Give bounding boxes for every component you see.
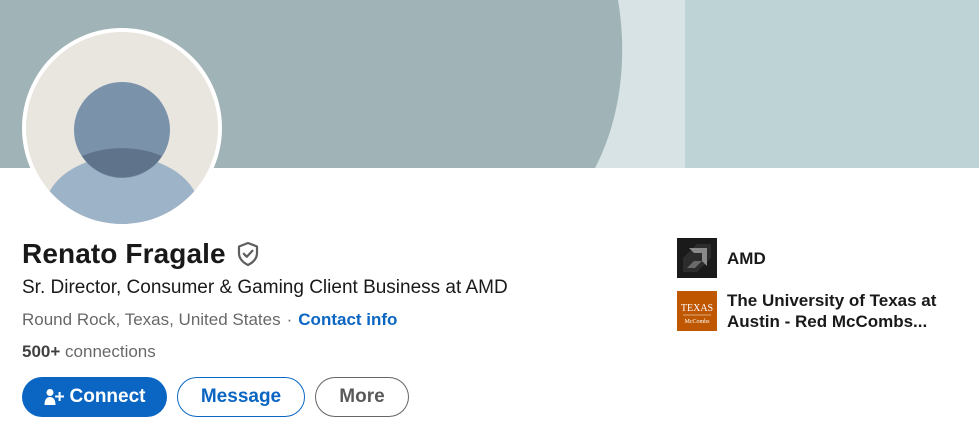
connections-number: 500+ [22, 342, 61, 361]
contact-info-link[interactable]: Contact info [298, 310, 397, 330]
add-person-icon [44, 388, 64, 406]
profile-location: Round Rock, Texas, United States [22, 310, 281, 329]
message-button[interactable]: Message [177, 377, 305, 417]
ut-texas-logo: TEXAS McCombs [677, 291, 717, 331]
shield-check-icon[interactable] [236, 241, 260, 267]
profile-actions: Connect Message More [22, 377, 409, 417]
connections-count[interactable]: 500+ connections [22, 342, 156, 362]
experience-label: The University of Texas at Austin - Red … [727, 291, 937, 331]
experience-item-ut-austin[interactable]: TEXAS McCombs The University of Texas at… [677, 290, 967, 332]
ut-logo-text-texas: TEXAS [681, 303, 713, 314]
profile-headline: Sr. Director, Consumer & Gaming Client B… [22, 277, 508, 298]
connect-button[interactable]: Connect [22, 377, 167, 417]
location-row: Round Rock, Texas, United States · Conta… [22, 310, 397, 330]
name-row: Renato Fragale [22, 238, 260, 270]
connections-label: connections [65, 342, 156, 361]
profile-avatar[interactable] [22, 28, 222, 228]
experience-item-amd[interactable]: AMD [677, 238, 967, 278]
more-button[interactable]: More [315, 377, 409, 417]
profile-name: Renato Fragale [22, 238, 226, 269]
connect-label: Connect [69, 386, 146, 407]
experience-summary: AMD TEXAS McCombs The University of Texa… [677, 238, 967, 344]
experience-label: AMD [727, 248, 766, 268]
separator-dot: · [286, 310, 293, 329]
amd-logo [677, 238, 717, 278]
ut-logo-text-mccombs: McCombs [684, 319, 710, 325]
